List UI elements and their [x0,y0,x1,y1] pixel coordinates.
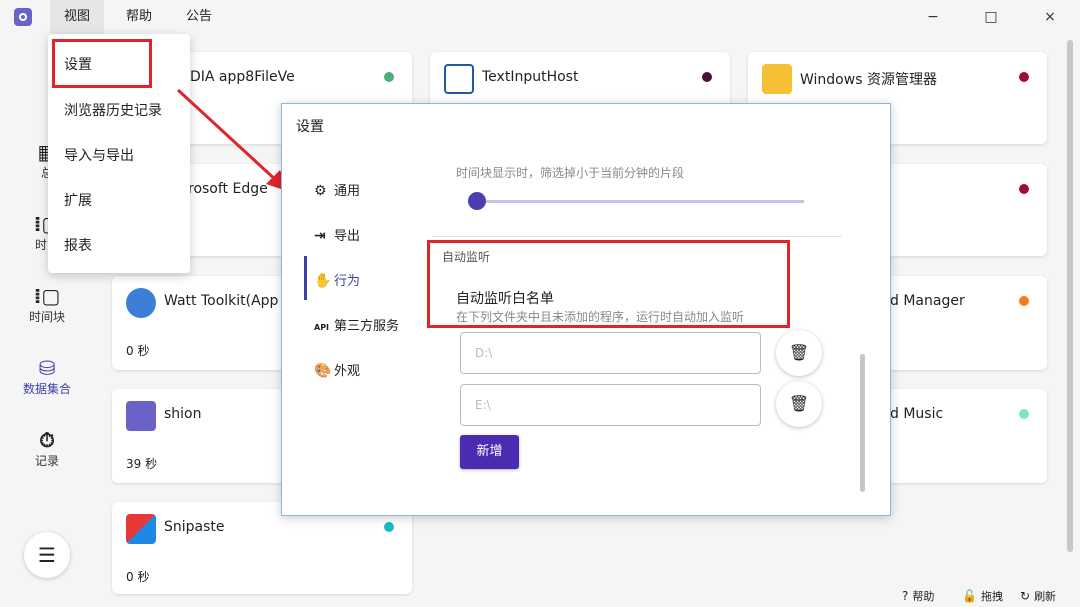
delete-button[interactable]: 🗑 [776,381,822,427]
delete-button[interactable]: 🗑 [776,330,822,376]
help-button[interactable]: ? 帮助 [902,588,934,604]
tab-appearance[interactable]: 🎨 外观 [314,360,360,379]
lock-icon: 🔓 [962,589,977,603]
gear-icon: ⚙ [314,183,327,199]
api-icon: API [314,323,330,332]
tab-export[interactable]: ⇥ 导出 [314,225,360,244]
dialog-title: 设置 [296,119,324,135]
refresh-button[interactable]: ↻ 刷新 [1020,588,1056,604]
trash-icon: 🗑 [788,394,810,413]
export-icon: ⇥ [314,228,326,244]
slider-thumb[interactable] [468,192,486,210]
tab-third-party[interactable]: API 第三方服务 [314,315,399,334]
divider [432,236,842,237]
settings-dialog: 设置 ⚙ 通用 ⇥ 导出 ✋ 行为 API 第三方服务 🎨 外观 时间块显示时，筛选掉小于… [281,103,891,516]
tab-behavior[interactable]: ✋ 行为 [314,270,360,289]
slider-description: 时间块显示时，筛选掉小于当前分钟的片段 [456,166,685,180]
add-button[interactable]: 新增 [460,435,519,469]
hand-icon: ✋ [314,273,332,289]
active-tab-indicator [304,256,307,300]
slider-track[interactable] [476,200,804,203]
whitelist-path-input[interactable]: D:\ [460,332,761,374]
whitelist-path-input[interactable]: E:\ [460,384,761,426]
palette-icon: 🎨 [314,363,332,379]
highlight-box [427,240,790,328]
drag-button[interactable]: 🔓 拖拽 [962,588,1003,604]
help-icon: ? [902,589,909,603]
refresh-icon: ↻ [1020,589,1031,603]
tab-general[interactable]: ⚙ 通用 [314,180,360,199]
trash-icon: 🗑 [788,343,810,362]
dialog-scrollbar[interactable] [860,354,865,492]
